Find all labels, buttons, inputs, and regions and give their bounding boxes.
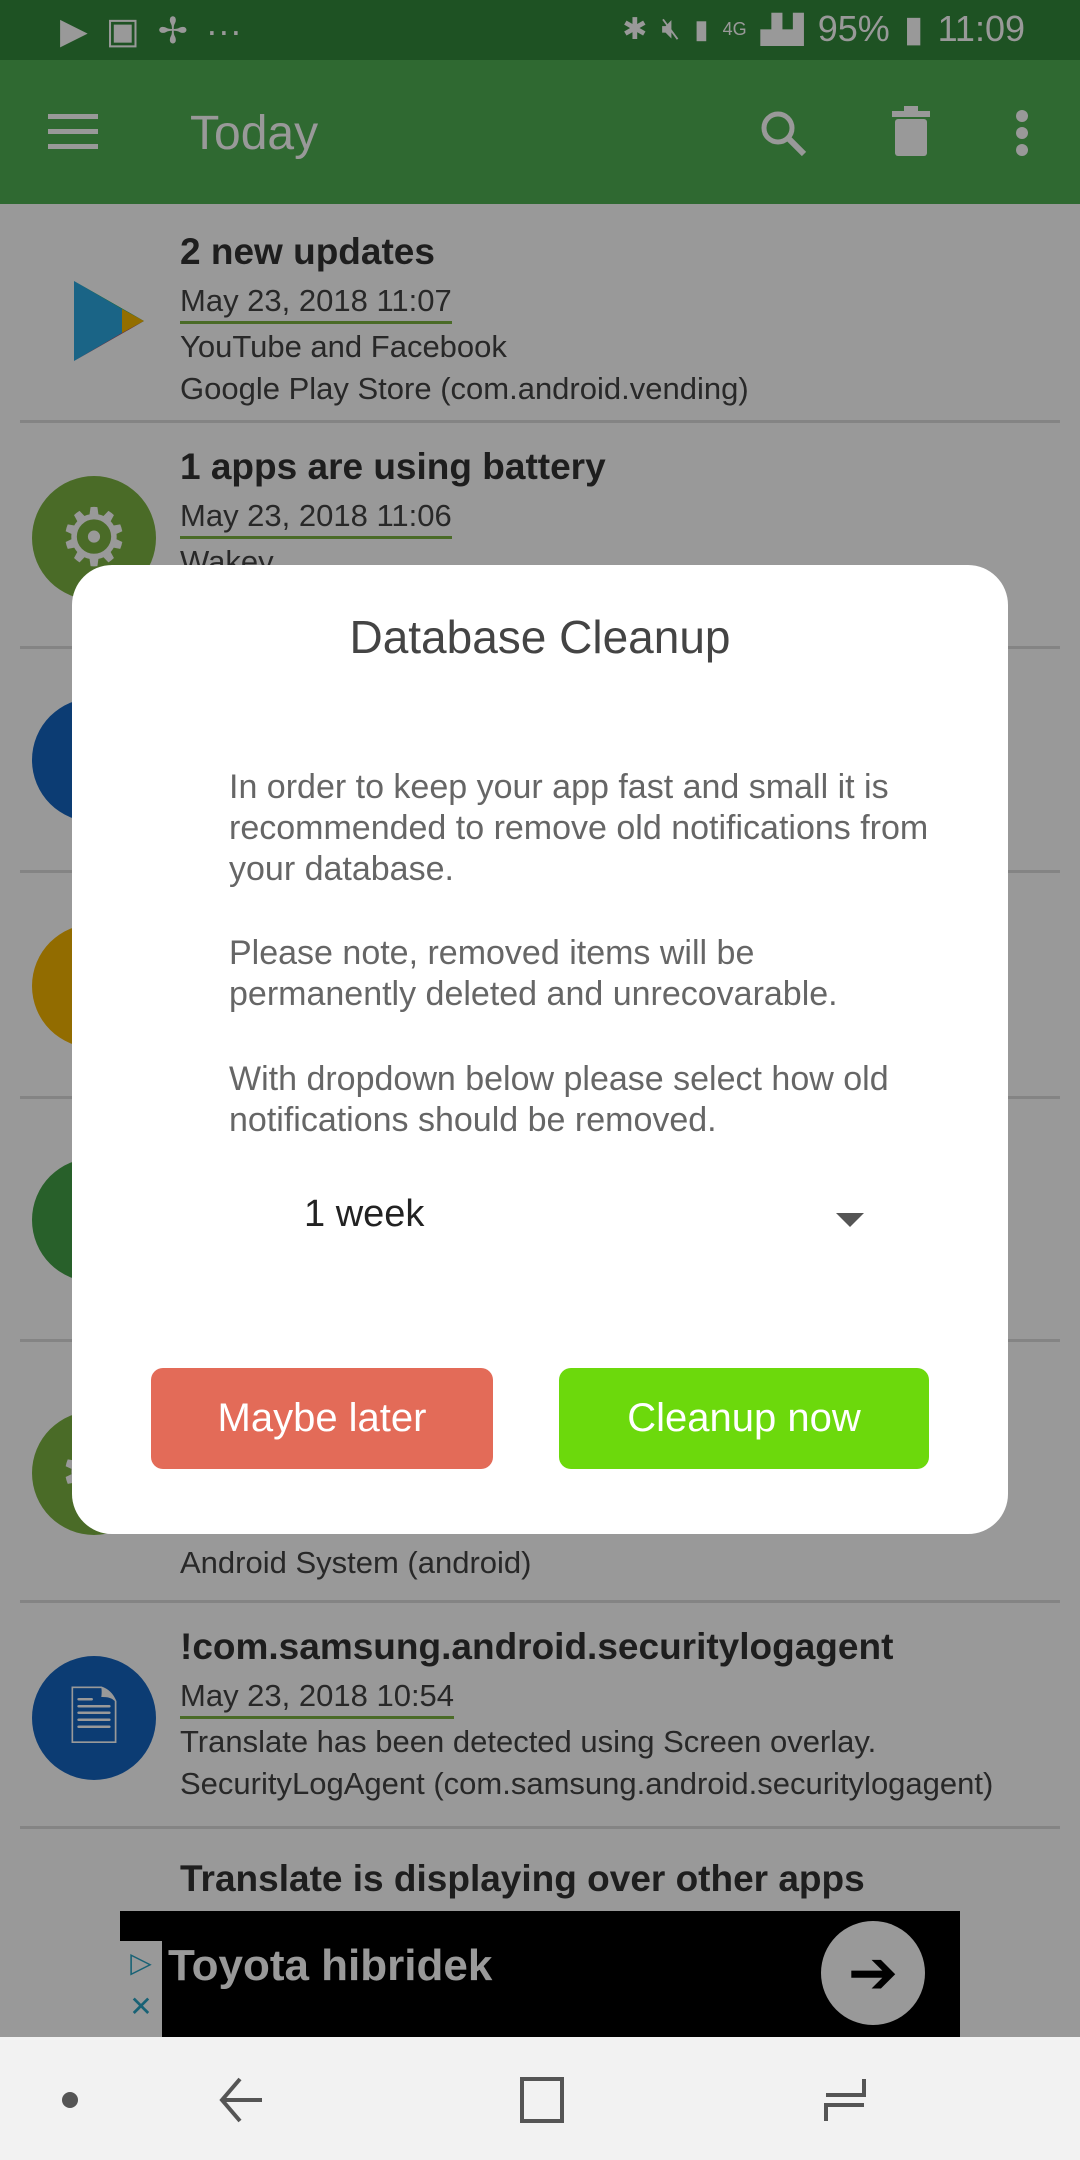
dialog-paragraph: Please note, removed items will be perma…: [229, 934, 838, 1013]
maybe-later-button[interactable]: Maybe later: [151, 1368, 493, 1469]
back-icon[interactable]: [218, 2075, 264, 2125]
nav-dot-icon[interactable]: [62, 2092, 78, 2108]
home-icon[interactable]: [520, 2077, 564, 2123]
age-dropdown[interactable]: 1 week: [304, 1193, 864, 1253]
dialog-title: Database Cleanup: [349, 611, 731, 663]
database-cleanup-dialog: Database Cleanup In order to keep your a…: [72, 565, 1008, 1534]
navigation-bar: [0, 2037, 1080, 2160]
recents-icon[interactable]: [822, 2077, 868, 2123]
dropdown-value: 1 week: [304, 1193, 425, 1235]
dropdown-arrow-icon: [836, 1213, 864, 1227]
cleanup-now-button[interactable]: Cleanup now: [559, 1368, 929, 1469]
dialog-paragraph: In order to keep your app fast and small…: [229, 768, 929, 888]
dialog-paragraph: With dropdown below please select how ol…: [229, 1060, 889, 1139]
